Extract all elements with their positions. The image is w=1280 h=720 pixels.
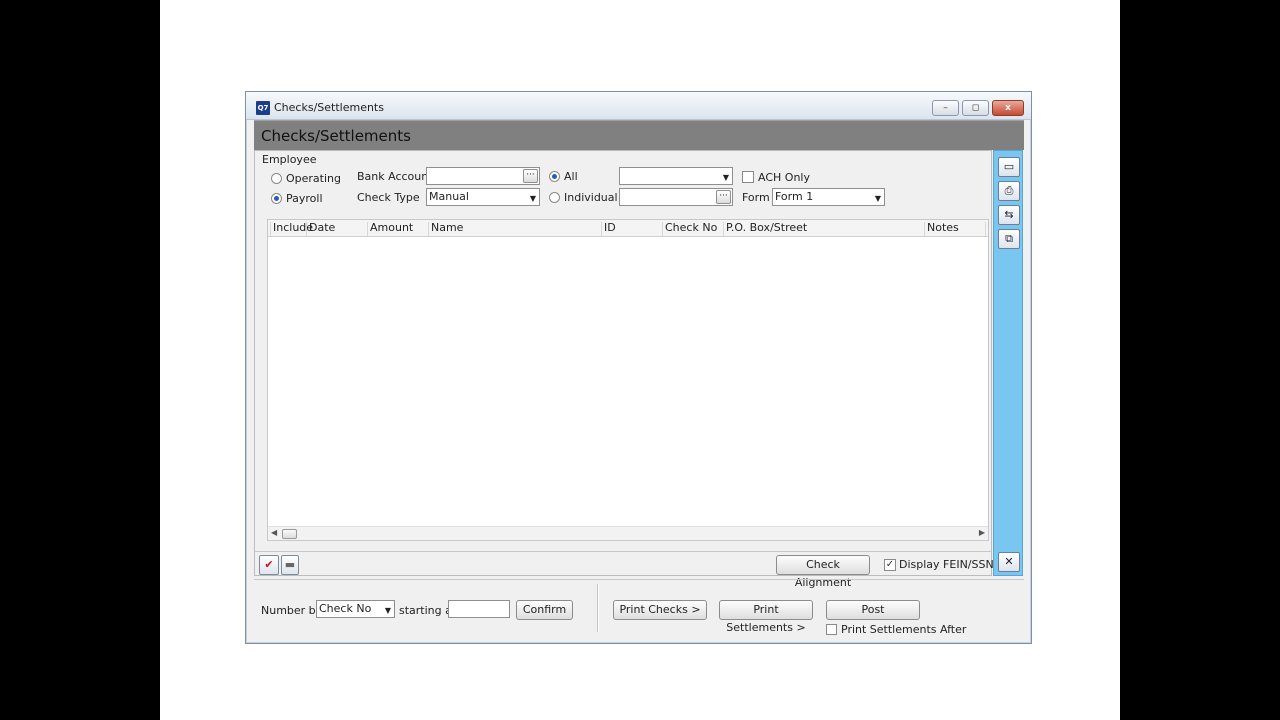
- footer-panel: Number by: Check No ▼ starting at: Confi…: [254, 579, 1024, 636]
- main-panel: Employee Operating Payroll Bank Account …: [254, 150, 992, 576]
- bank-account-browse-button[interactable]: ···: [523, 169, 538, 183]
- column-header-include[interactable]: Include: [270, 222, 313, 236]
- window-title: Checks/Settlements: [274, 101, 384, 114]
- title-bar[interactable]: Q7 Checks/Settlements – ◻ x: [246, 92, 1031, 120]
- individual-field[interactable]: ···: [619, 188, 733, 206]
- payroll-label: Payroll: [286, 192, 323, 205]
- starting-at-field[interactable]: [448, 600, 510, 618]
- maximize-button[interactable]: ◻: [962, 100, 989, 116]
- column-header-id[interactable]: ID: [601, 222, 662, 236]
- number-by-select[interactable]: Check No ▼: [316, 600, 395, 618]
- operating-radio[interactable]: [271, 173, 282, 184]
- minus-icon: ▬: [284, 558, 296, 571]
- side-toolbar: ▭ ⎙ ⇆ ⧉ ✕: [993, 150, 1023, 576]
- confirm-button[interactable]: Confirm: [516, 600, 573, 620]
- checks-grid[interactable]: Include Date Amount Name ID Check No P.O…: [267, 219, 989, 541]
- printer-icon[interactable]: ⎙: [998, 181, 1020, 201]
- chevron-down-icon: ▼: [722, 173, 729, 182]
- all-dropdown[interactable]: ▼: [619, 167, 733, 185]
- scroll-thumb[interactable]: [282, 529, 297, 539]
- all-radio[interactable]: [549, 171, 560, 182]
- check-icon: ✔: [264, 558, 274, 571]
- column-header-notes[interactable]: Notes: [924, 222, 985, 236]
- check-alignment-button[interactable]: Check Alignment: [776, 555, 870, 589]
- individual-browse-button[interactable]: ···: [716, 190, 731, 204]
- all-label: All: [564, 170, 578, 183]
- uncheck-all-button[interactable]: ▬: [281, 555, 299, 575]
- checks-settlements-window: Q7 Checks/Settlements – ◻ x Checks/Settl…: [245, 91, 1032, 644]
- payroll-radio[interactable]: [271, 193, 282, 204]
- number-by-value: Check No: [319, 602, 372, 615]
- column-header-po-box-street[interactable]: P.O. Box/Street: [723, 222, 924, 236]
- column-header-u[interactable]: U: [985, 222, 989, 236]
- bank-account-field[interactable]: ···: [426, 167, 540, 185]
- close-icon[interactable]: ✕: [998, 552, 1020, 572]
- scroll-left-icon[interactable]: ◀: [271, 528, 277, 537]
- header-bar: Checks/Settlements: [254, 120, 1024, 150]
- horizontal-scrollbar[interactable]: ◀ ▶: [268, 526, 988, 540]
- individual-radio[interactable]: [549, 192, 560, 203]
- column-header-name[interactable]: Name: [428, 222, 601, 236]
- print-settlements-button[interactable]: Print Settlements >: [719, 600, 813, 634]
- check-type-select[interactable]: Manual ▼: [426, 188, 540, 206]
- footer-divider: [597, 584, 598, 632]
- minimize-button[interactable]: –: [932, 100, 959, 116]
- post-button[interactable]: Post: [826, 600, 920, 620]
- individual-label: Individual: [564, 191, 618, 204]
- column-header-check-no[interactable]: Check No: [662, 222, 723, 236]
- transfer-icon[interactable]: ⇆: [998, 205, 1020, 225]
- column-header-date[interactable]: Date: [306, 222, 367, 236]
- print-settlements-after-checkbox[interactable]: [826, 624, 837, 635]
- app-icon: Q7: [256, 101, 270, 115]
- scroll-right-icon[interactable]: ▶: [979, 528, 985, 537]
- ach-only-checkbox[interactable]: [742, 171, 754, 183]
- grid-toolbar: ✔ ▬ Check Alignment ✓ Display FEIN/SSN: [254, 551, 994, 589]
- print-settlements-after-label: Print Settlements After: [841, 623, 967, 636]
- display-fein-ssn-label: Display FEIN/SSN: [899, 558, 994, 571]
- chevron-down-icon: ▼: [874, 194, 881, 203]
- check-all-button[interactable]: ✔: [259, 555, 279, 575]
- bank-account-label: Bank Account: [357, 170, 433, 183]
- check-type-value: Manual: [429, 190, 469, 203]
- window-icon[interactable]: ▭: [998, 157, 1020, 177]
- grid-header: Include Date Amount Name ID Check No P.O…: [268, 220, 989, 237]
- form-select[interactable]: Form 1 ▼: [772, 188, 885, 206]
- chevron-down-icon: ▼: [529, 194, 536, 203]
- operating-label: Operating: [286, 172, 341, 185]
- chevron-down-icon: ▼: [384, 606, 391, 615]
- copy-icon[interactable]: ⧉: [998, 229, 1020, 249]
- form-label: Form: [742, 191, 770, 204]
- ach-only-label: ACH Only: [758, 171, 810, 184]
- check-type-label: Check Type: [357, 191, 420, 204]
- column-header-amount[interactable]: Amount: [367, 222, 428, 236]
- form-value: Form 1: [775, 190, 814, 203]
- display-fein-ssn-checkbox[interactable]: ✓: [884, 559, 896, 571]
- close-button[interactable]: x: [992, 100, 1024, 116]
- employee-group-label: Employee: [262, 153, 317, 166]
- print-checks-button[interactable]: Print Checks >: [613, 600, 707, 620]
- page-title: Checks/Settlements: [261, 127, 411, 145]
